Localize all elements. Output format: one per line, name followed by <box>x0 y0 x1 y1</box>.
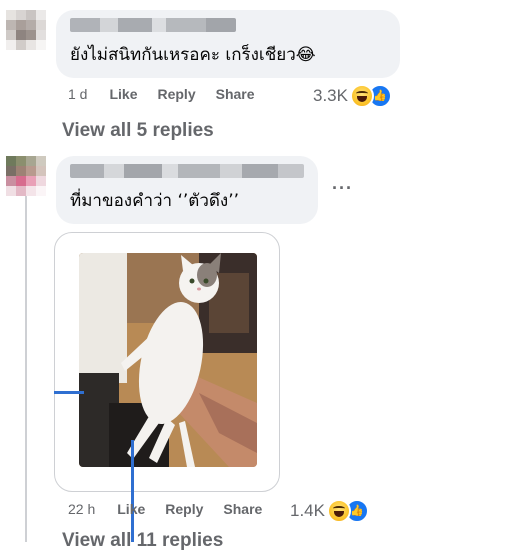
blue-line <box>131 440 134 542</box>
more-options-button[interactable]: ··· <box>332 178 353 199</box>
cat-photo <box>79 253 257 467</box>
reply-button[interactable]: Reply <box>157 86 195 102</box>
avatar[interactable] <box>6 10 46 50</box>
comment-actions: 22 h Like Reply Share <box>68 501 282 517</box>
attached-image[interactable] <box>54 232 280 492</box>
share-button[interactable]: Share <box>223 501 262 517</box>
blue-line <box>54 391 84 394</box>
reaction-count: 1.4K <box>290 501 325 520</box>
comment-text: ที่มาของคำว่า ‘’ตัวดึง’’ <box>70 191 240 211</box>
like-button[interactable]: Like <box>117 501 145 517</box>
haha-icon <box>349 84 374 108</box>
reaction-summary[interactable]: 3.3K 👍 <box>313 84 392 108</box>
view-replies-link[interactable]: View all 11 replies <box>62 530 223 552</box>
reaction-count: 3.3K <box>313 86 348 105</box>
view-replies-link[interactable]: View all 5 replies <box>62 120 214 142</box>
commenter-name[interactable] <box>70 18 236 32</box>
reply-button[interactable]: Reply <box>165 501 203 517</box>
haha-icon <box>326 499 351 523</box>
thread-line <box>25 196 27 542</box>
reaction-summary[interactable]: 1.4K 👍 <box>290 499 369 523</box>
comment-time[interactable]: 1 d <box>68 86 87 102</box>
comment-text: ยังไม่สนิทกันเหรอคะ เกร็งเชียว😂 <box>70 45 316 65</box>
avatar[interactable] <box>6 156 46 196</box>
comment-time[interactable]: 22 h <box>68 501 95 517</box>
like-button[interactable]: Like <box>109 86 137 102</box>
share-button[interactable]: Share <box>216 86 255 102</box>
commenter-name[interactable] <box>70 164 304 178</box>
comment-actions: 1 d Like Reply Share <box>68 86 275 102</box>
